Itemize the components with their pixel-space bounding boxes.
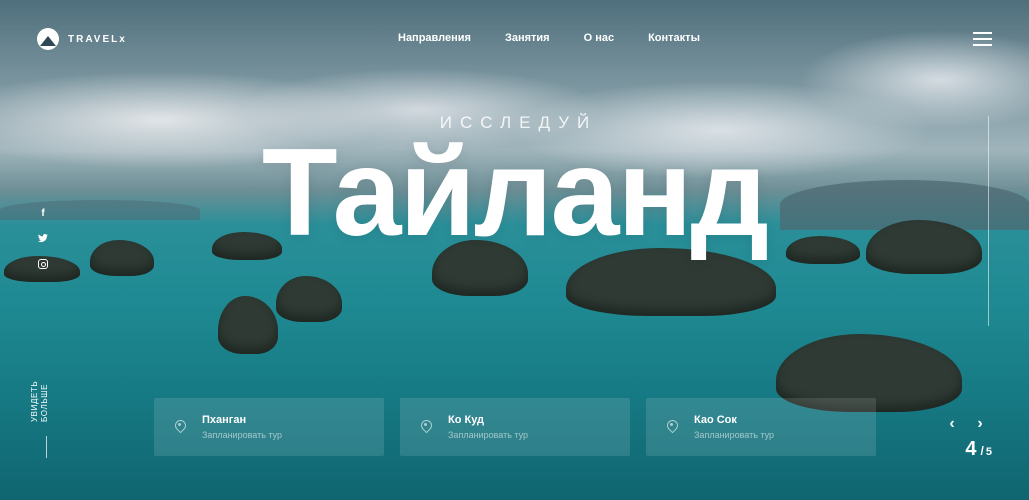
twitter-icon[interactable]	[38, 233, 48, 244]
logo-text: TRAVELx	[68, 33, 127, 45]
plan-tour-link[interactable]: Запланировать тур	[694, 430, 774, 440]
plan-tour-link[interactable]: Запланировать тур	[448, 430, 528, 440]
location-pin-icon	[420, 420, 432, 434]
slide-current: 4	[965, 438, 977, 460]
destination-cards: Пханган Запланировать тур Ко Куд Заплани…	[154, 398, 876, 456]
main-nav: Направления Занятия О нас Контакты	[398, 32, 700, 44]
instagram-icon[interactable]	[38, 258, 48, 269]
destination-title: Као Сок	[694, 413, 737, 426]
plan-tour-link[interactable]: Запланировать тур	[202, 430, 282, 440]
facebook-icon[interactable]: f	[38, 208, 48, 219]
destination-title: Пханган	[202, 413, 247, 426]
destination-card[interactable]: Ко Куд Запланировать тур	[400, 398, 630, 456]
nav-item-about[interactable]: О нас	[584, 32, 615, 44]
see-more-label: увидеть больше	[30, 380, 49, 422]
nav-item-directions[interactable]: Направления	[398, 32, 471, 44]
vertical-divider	[988, 116, 989, 326]
chevron-right-icon[interactable]: ›	[975, 416, 985, 432]
see-more-line	[46, 436, 47, 458]
location-pin-icon	[666, 420, 678, 434]
chevron-left-icon[interactable]: ‹	[947, 416, 957, 432]
destination-card[interactable]: Пханган Запланировать тур	[154, 398, 384, 456]
nav-item-contacts[interactable]: Контакты	[648, 32, 700, 44]
logo[interactable]: TRAVELx	[37, 28, 127, 50]
hero-title: Тайланд	[261, 124, 769, 262]
slider-arrows: ‹ ›	[947, 416, 985, 432]
destination-title: Ко Куд	[448, 413, 485, 426]
mountain-logo-icon	[37, 28, 59, 50]
nav-item-activities[interactable]: Занятия	[505, 32, 550, 44]
destination-card[interactable]: Као Сок Запланировать тур	[646, 398, 876, 456]
social-links: f	[38, 208, 48, 269]
slide-separator: /	[980, 444, 984, 458]
slide-counter: 4 / 5	[965, 438, 992, 461]
slide-total: 5	[985, 446, 992, 458]
hamburger-menu-icon[interactable]	[973, 32, 992, 46]
see-more-link[interactable]: увидеть больше	[26, 380, 66, 458]
location-pin-icon	[174, 420, 186, 434]
